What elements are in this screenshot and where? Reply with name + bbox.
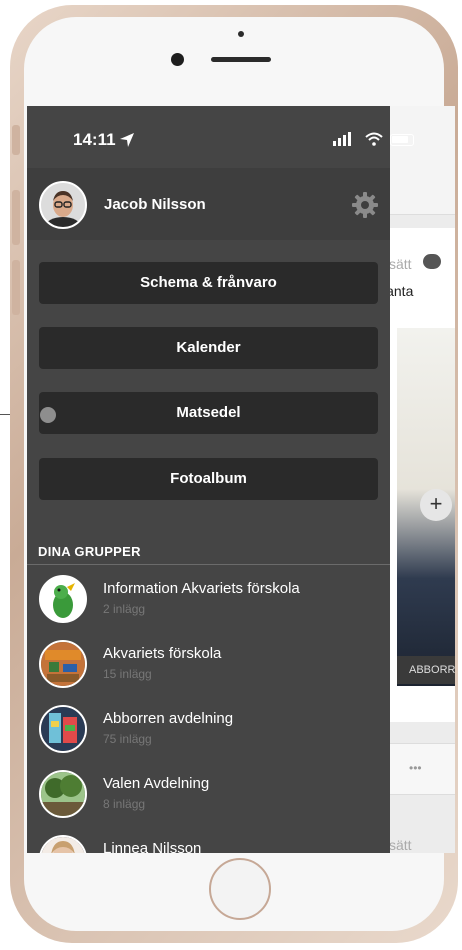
status-bar: 14:11 bbox=[27, 106, 414, 168]
photo-album-button[interactable]: Fotoalbum bbox=[39, 458, 378, 500]
group-name: Information Akvariets förskola bbox=[103, 580, 300, 597]
groups-header: DINA GRUPPER bbox=[38, 544, 141, 559]
battery-icon bbox=[390, 134, 414, 146]
profile-header[interactable]: Jacob Nilsson bbox=[27, 168, 390, 240]
group-name: Linnea Nilsson bbox=[103, 840, 202, 853]
schedule-absence-button[interactable]: Schema & frånvaro bbox=[39, 262, 378, 304]
group-avatar bbox=[39, 770, 87, 818]
group-item[interactable]: Valen Avdelning 8 inlägg bbox=[27, 761, 390, 825]
front-camera bbox=[171, 53, 184, 66]
calendar-button[interactable]: Kalender bbox=[39, 327, 378, 369]
group-post-count: 75 inlägg bbox=[103, 732, 152, 746]
group-item[interactable]: Abborren avdelning 75 inlägg bbox=[27, 696, 390, 760]
status-time: 14:11 bbox=[73, 130, 116, 149]
plus-icon[interactable]: + bbox=[420, 489, 452, 521]
volume-down-button bbox=[12, 260, 20, 315]
comment-icon[interactable] bbox=[423, 254, 441, 269]
menu-button[interactable]: Matsedel bbox=[39, 392, 378, 434]
touch-indicator bbox=[40, 407, 56, 423]
group-item[interactable]: Information Akvariets förskola 2 inlägg bbox=[27, 566, 390, 630]
location-arrow-icon bbox=[120, 133, 134, 147]
group-item[interactable]: Linnea Nilsson bbox=[27, 826, 390, 853]
group-avatar bbox=[39, 575, 87, 623]
signal-icon bbox=[333, 132, 351, 146]
background-post-meta: sätt bbox=[389, 256, 412, 272]
side-drawer: 14:11 Jacob Nilsson Schema & frånvaro Ka… bbox=[27, 106, 414, 853]
group-post-count: 2 inlägg bbox=[103, 602, 146, 616]
groups-divider bbox=[27, 564, 390, 565]
background-photo-label: ABBORR bbox=[397, 656, 455, 684]
group-avatar bbox=[39, 835, 87, 853]
screen: sätt lanta ABBORR + ••• sätt 14:11 Jacob… bbox=[27, 106, 455, 853]
group-name: Akvariets förskola bbox=[103, 645, 222, 662]
gear-icon[interactable] bbox=[351, 191, 379, 219]
mute-switch bbox=[12, 125, 20, 155]
background-post-actions bbox=[389, 743, 455, 795]
home-button[interactable] bbox=[209, 858, 271, 920]
volume-up-button bbox=[12, 190, 20, 245]
group-avatar bbox=[39, 705, 87, 753]
profile-name: Jacob Nilsson bbox=[104, 196, 206, 213]
more-icon[interactable]: ••• bbox=[409, 761, 422, 775]
front-sensor bbox=[238, 31, 244, 37]
group-avatar bbox=[39, 640, 87, 688]
wifi-icon bbox=[365, 132, 383, 146]
group-name: Abborren avdelning bbox=[103, 710, 234, 727]
group-item[interactable]: Akvariets förskola 15 inlägg bbox=[27, 631, 390, 695]
avatar[interactable] bbox=[39, 181, 87, 229]
background-post-meta-2: sätt bbox=[389, 837, 412, 853]
group-post-count: 15 inlägg bbox=[103, 667, 152, 681]
group-name: Valen Avdelning bbox=[103, 775, 210, 792]
group-post-count: 8 inlägg bbox=[103, 797, 146, 811]
earpiece-speaker bbox=[211, 57, 271, 62]
